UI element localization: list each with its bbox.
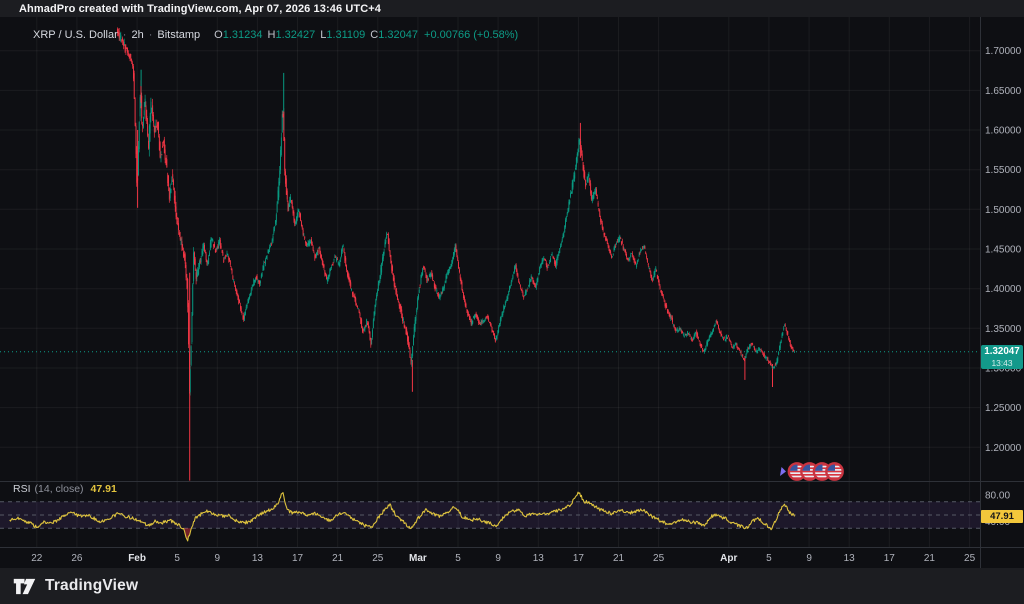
rsi-title: RSI — [13, 483, 31, 495]
rsi-legend: RSI (14, close) 47.91 — [13, 483, 117, 495]
close-value: 1.32047 — [378, 29, 419, 41]
rsi-tick-label: 80.00 — [985, 491, 1010, 502]
price-tick-label: 1.65000 — [985, 86, 1022, 97]
interval-label: 2h — [131, 29, 144, 41]
time-tick-label: 5 — [174, 553, 180, 564]
time-axis[interactable]: 22 26 Feb 5 9 13 17 21 25 Mar 5 9 13 17 21 25 Apr 5 9 13 17 2… — [31, 553, 975, 564]
time-tick-label: 9 — [495, 553, 501, 564]
rsi-band — [0, 501, 980, 529]
open-label: O — [214, 29, 223, 41]
time-tick-label: Mar — [409, 553, 427, 564]
last-price-value: 1.32047 — [984, 345, 1020, 357]
price-tick-label: 1.60000 — [985, 126, 1022, 137]
attribution-bar: AhmadPro created with TradingView.com, A… — [0, 0, 1024, 17]
time-tick-label: Feb — [128, 553, 146, 564]
high-value: 1.32427 — [275, 29, 316, 41]
economic-event-markers[interactable] — [780, 462, 844, 481]
time-tick-label: 17 — [884, 553, 896, 564]
pane-separators — [0, 17, 1024, 568]
time-tick-label: 21 — [613, 553, 625, 564]
tradingview-wordmark[interactable]: TradingView — [45, 577, 138, 595]
time-tick-label: 9 — [806, 553, 812, 564]
rsi-value-text: 47.91 — [990, 511, 1014, 522]
footer-bar: TradingView — [0, 568, 1024, 604]
time-tick-label: 26 — [71, 553, 83, 564]
price-tick-label: 1.35000 — [985, 324, 1022, 335]
rsi-oversold-fill — [181, 528, 773, 541]
attribution-text: AhmadPro created with TradingView.com, A… — [19, 2, 381, 15]
chart-region: 1.70000 1.65000 1.60000 1.55000 1.50000 1.450… — [0, 17, 1024, 568]
open-value: 1.31234 — [222, 29, 263, 41]
time-tick-label: 21 — [924, 553, 936, 564]
price-tick-label: 1.70000 — [985, 46, 1022, 57]
time-tick-label: 25 — [964, 553, 976, 564]
time-tick-label: 25 — [653, 553, 665, 564]
legend-separator: · — [148, 29, 153, 41]
tradingview-snapshot: { "top_bar": { "attribution": "AhmadPro … — [0, 0, 1024, 604]
low-value: 1.31109 — [326, 29, 366, 41]
ohlc-readout: O1.31234 H1.32427 L1.31109 C1.32047 +0.00766… — [209, 29, 518, 41]
price-tick-label: 1.40000 — [985, 284, 1022, 295]
time-tick-label: 5 — [455, 553, 461, 564]
time-tick-label: 17 — [573, 553, 585, 564]
price-tick-label: 1.25000 — [985, 403, 1022, 414]
rsi-value-label[interactable]: 47.91 — [981, 510, 1023, 523]
bar-countdown: 13:43 — [991, 357, 1013, 368]
rsi-params: (14, close) — [34, 483, 84, 495]
symbol-legend: XRP / U.S. Dollar · 2h · Bitstamp O1.31234 H1.… — [33, 28, 518, 43]
price-tick-label: 1.55000 — [985, 165, 1022, 176]
time-tick-label: 21 — [332, 553, 344, 564]
time-tick-label: 13 — [844, 553, 856, 564]
time-tick-label: 5 — [766, 553, 772, 564]
candlestick-series — [117, 27, 796, 481]
time-tick-label: Apr — [720, 553, 737, 564]
time-tick-label: 17 — [292, 553, 304, 564]
time-tick-label: 13 — [252, 553, 264, 564]
legend-separator: · — [122, 29, 127, 41]
tradingview-logo-icon[interactable] — [13, 577, 36, 596]
time-tick-label: 25 — [372, 553, 384, 564]
chart-canvas[interactable]: 1.70000 1.65000 1.60000 1.55000 1.50000 1.450… — [0, 17, 1024, 568]
time-tick-label: 13 — [533, 553, 545, 564]
exchange-label: Bitstamp — [157, 29, 201, 41]
change-value: +0.00766 (+0.58%) — [424, 29, 519, 41]
price-axis[interactable]: 1.70000 1.65000 1.60000 1.55000 1.50000 1.450… — [985, 46, 1022, 528]
price-tick-label: 1.45000 — [985, 245, 1022, 256]
rsi-value: 47.91 — [90, 483, 117, 495]
symbol-name: XRP / U.S. Dollar — [33, 29, 118, 41]
event-arrow-icon — [780, 467, 786, 476]
price-tick-label: 1.20000 — [985, 443, 1022, 454]
price-tick-label: 1.50000 — [985, 205, 1022, 216]
time-tick-label: 22 — [31, 553, 43, 564]
last-price-label[interactable]: 1.32047 13:43 — [981, 345, 1023, 369]
time-tick-label: 9 — [215, 553, 221, 564]
